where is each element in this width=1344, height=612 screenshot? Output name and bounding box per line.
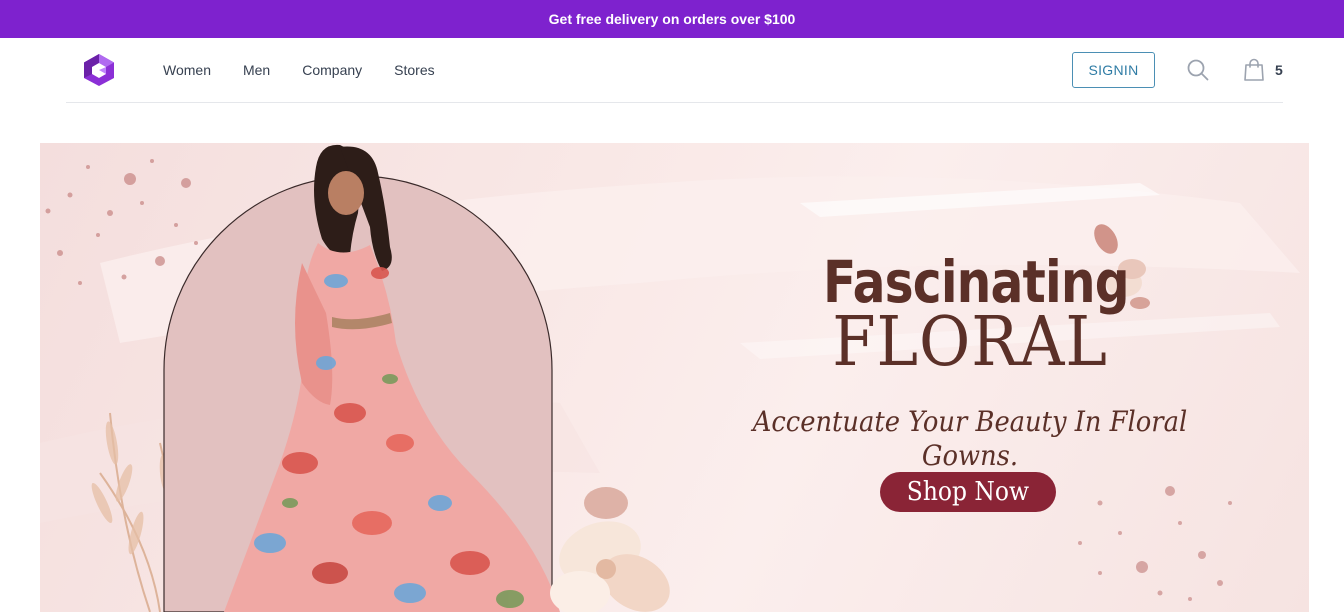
nav-company[interactable]: Company (302, 62, 362, 78)
announcement-bar: Get free delivery on orders over $100 (0, 0, 1344, 38)
nav-stores[interactable]: Stores (394, 62, 434, 78)
cart-button[interactable]: 5 (1243, 57, 1283, 83)
announcement-text: Get free delivery on orders over $100 (548, 11, 796, 27)
cart-count: 5 (1275, 62, 1283, 78)
hero-banner: Fascinating FLORAL Accentuate Your Beaut… (40, 143, 1309, 612)
nav-men[interactable]: Men (243, 62, 270, 78)
search-icon[interactable] (1187, 59, 1209, 81)
shop-now-label: Shop Now (906, 477, 1030, 507)
peony-decoration (550, 487, 670, 612)
paint-splatter-bottom-right (1078, 486, 1232, 601)
shopping-bag-icon (1244, 58, 1264, 81)
nav-women[interactable]: Women (163, 62, 211, 78)
hero-tagline: Accentuate Your Beauty In Floral Gowns. (752, 405, 1188, 472)
primary-nav: Women Men Company Stores (163, 38, 467, 102)
shop-now-button[interactable]: Shop Now (880, 472, 1056, 512)
signin-button[interactable]: SIGNIN (1072, 52, 1155, 88)
hero-title-line-2: FLORAL (832, 303, 1108, 382)
main-header: Women Men Company Stores SIGNIN 5 (66, 38, 1283, 103)
brand-logo-icon[interactable] (82, 52, 116, 88)
